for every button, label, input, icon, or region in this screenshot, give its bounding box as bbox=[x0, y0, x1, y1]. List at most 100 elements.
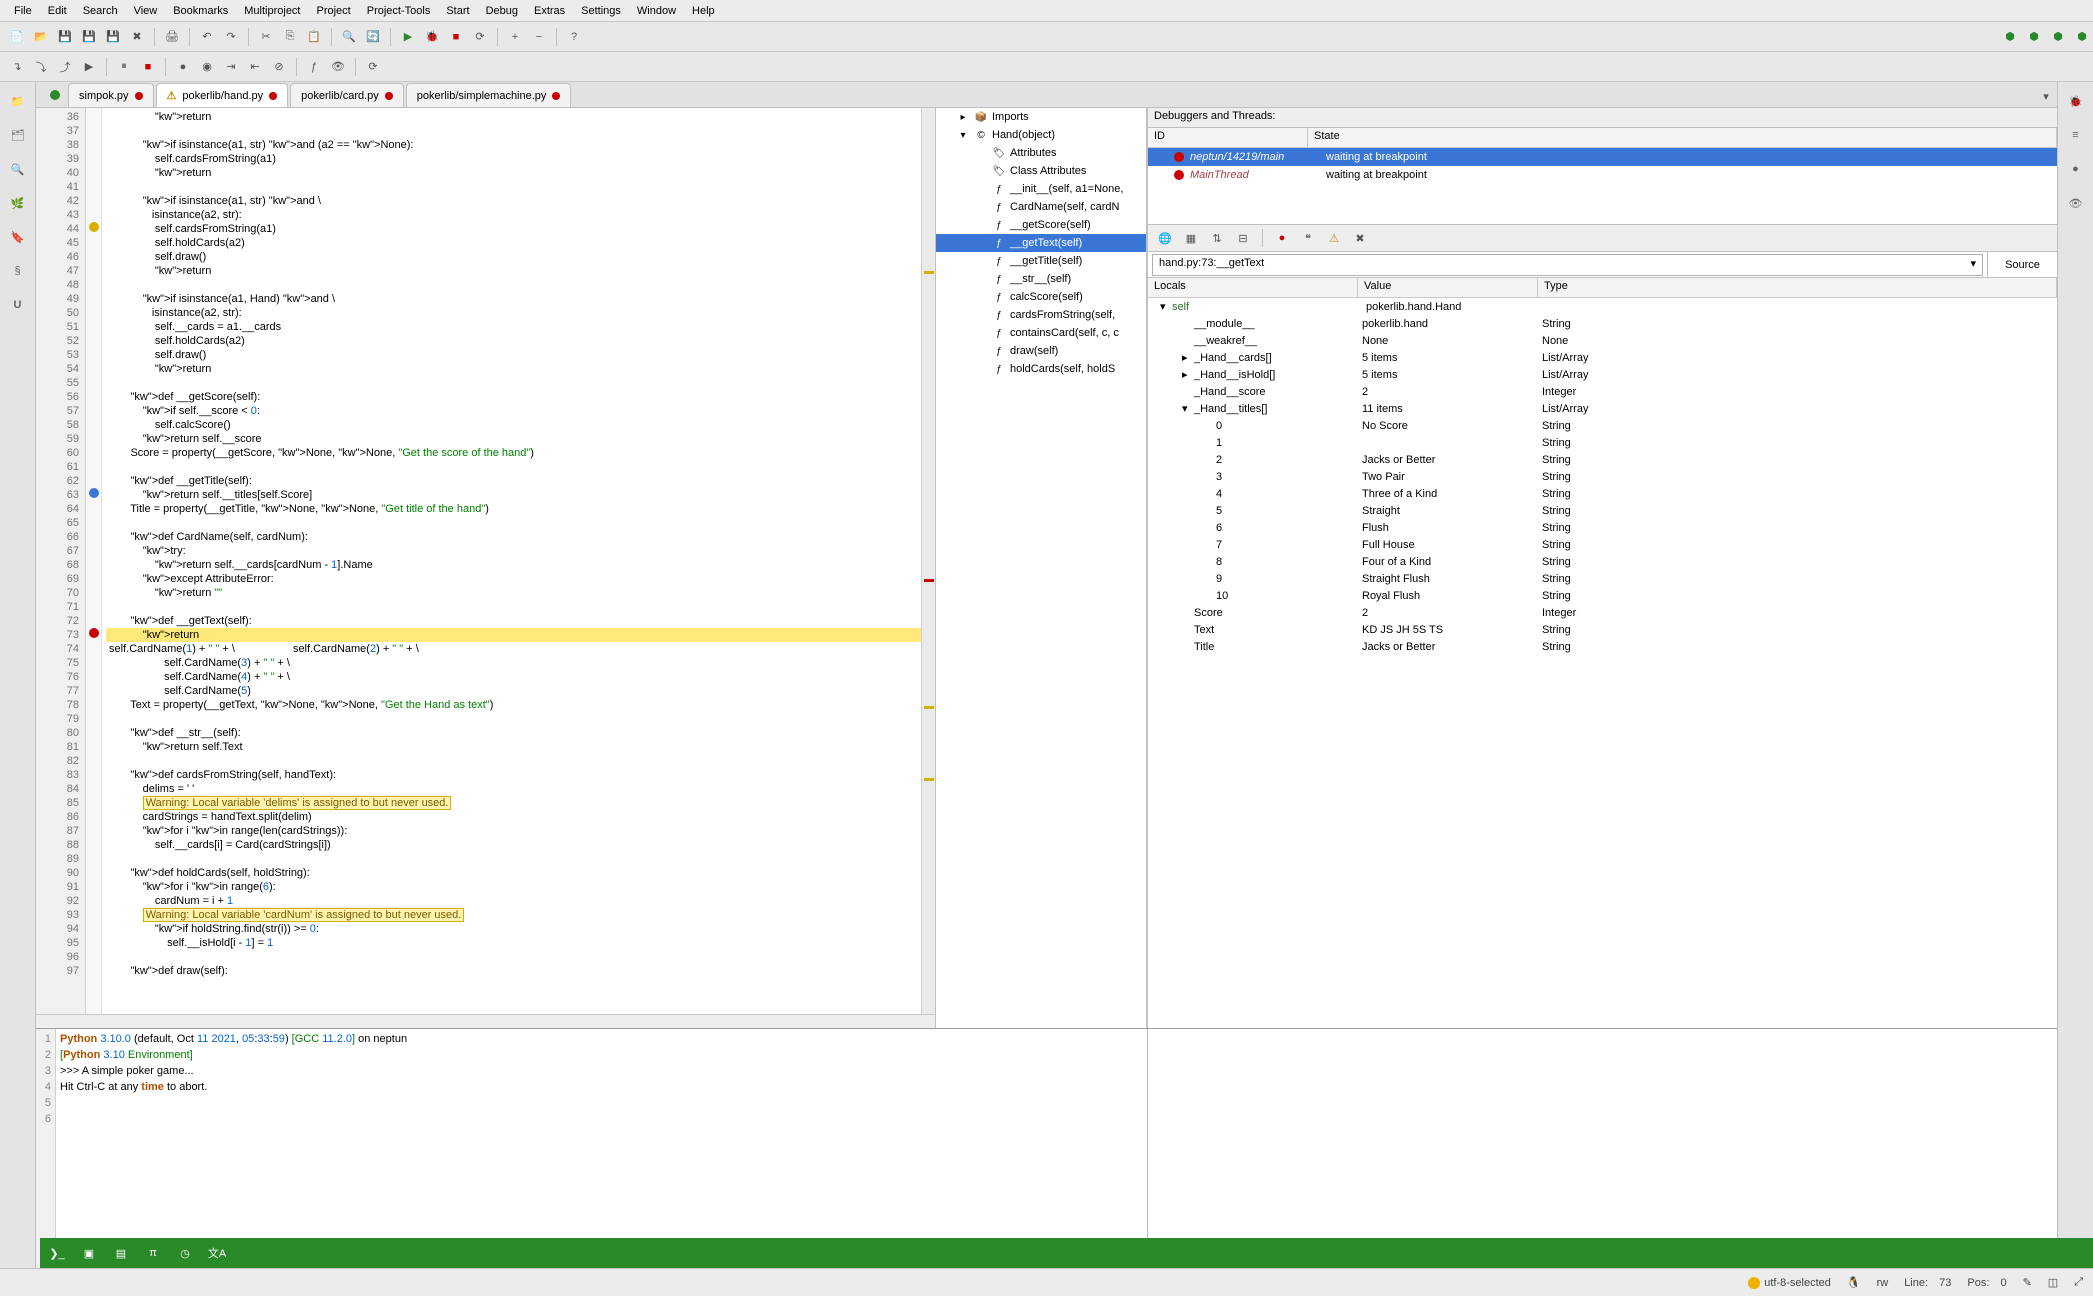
dbg-watch-icon[interactable]: 👁 bbox=[327, 56, 349, 78]
expand-icon[interactable]: ▾ bbox=[1160, 300, 1172, 313]
tab-pokerlib-simplemachine-py[interactable]: pokerlib/simplemachine.py bbox=[406, 83, 572, 107]
outline-item[interactable]: ƒ__str__(self) bbox=[936, 270, 1146, 288]
ext2-icon[interactable]: ⬢ bbox=[2023, 26, 2045, 48]
variable-row[interactable]: ▾selfpokerlib.hand.Hand bbox=[1148, 298, 2057, 315]
expand-icon[interactable] bbox=[974, 164, 988, 178]
var-collapse-icon[interactable]: ⊟ bbox=[1232, 227, 1254, 249]
marker-gutter[interactable] bbox=[86, 108, 102, 1014]
zoom-out-icon[interactable]: − bbox=[528, 26, 550, 48]
dbg-eval-icon[interactable]: ƒ bbox=[303, 56, 325, 78]
breakpoints-icon[interactable]: ● bbox=[2063, 156, 2089, 182]
var-stop-icon[interactable]: ● bbox=[1271, 227, 1293, 249]
variable-row[interactable]: _Hand__score2Integer bbox=[1148, 383, 2057, 400]
close-tab-icon[interactable] bbox=[135, 92, 143, 100]
var-warn-icon[interactable]: ⚠ bbox=[1323, 227, 1345, 249]
frame-combobox[interactable]: hand.py:73:__getText▾ bbox=[1152, 254, 1983, 276]
variable-row[interactable]: 9Straight FlushString bbox=[1148, 570, 2057, 587]
encoding-indicator[interactable]: utf-8-selected bbox=[1748, 1277, 1831, 1289]
variable-row[interactable]: 6FlushString bbox=[1148, 519, 2057, 536]
redo-icon[interactable]: ↷ bbox=[220, 26, 242, 48]
menu-file[interactable]: File bbox=[6, 3, 40, 19]
expand-icon[interactable]: ▾ bbox=[1182, 402, 1194, 415]
outline-item[interactable]: 🏷Class Attributes bbox=[936, 162, 1146, 180]
stop-icon[interactable]: ■ bbox=[445, 26, 467, 48]
dbg-refresh-icon[interactable]: ⟳ bbox=[362, 56, 384, 78]
zoom-in-icon[interactable]: + bbox=[504, 26, 526, 48]
variable-row[interactable]: __module__pokerlib.handString bbox=[1148, 315, 2057, 332]
variable-row[interactable]: 2Jacks or BetterString bbox=[1148, 451, 2057, 468]
menu-project-tools[interactable]: Project-Tools bbox=[359, 3, 439, 19]
outline-item[interactable]: ▸📦Imports bbox=[936, 108, 1146, 126]
tab-pokerlib-hand-py[interactable]: ⚠pokerlib/hand.py bbox=[156, 83, 289, 107]
warning-marker-icon[interactable] bbox=[89, 222, 99, 232]
outline-item[interactable]: ƒ__getText(self) bbox=[936, 234, 1146, 252]
bookmarks-icon[interactable]: 🔖 bbox=[5, 224, 31, 250]
ext4-icon[interactable]: ⬢ bbox=[2071, 26, 2093, 48]
menu-edit[interactable]: Edit bbox=[40, 3, 75, 19]
new-icon[interactable]: 📄 bbox=[6, 26, 28, 48]
variable-row[interactable]: 1String bbox=[1148, 434, 2057, 451]
clock-icon[interactable]: ◷ bbox=[174, 1242, 196, 1264]
undo-icon[interactable]: ↶ bbox=[196, 26, 218, 48]
menu-start[interactable]: Start bbox=[438, 3, 477, 19]
dbg-stepover-icon[interactable]: ⤵ bbox=[30, 56, 52, 78]
breakpoint-icon[interactable] bbox=[89, 488, 99, 498]
expand-icon[interactable] bbox=[974, 254, 988, 268]
expand-icon[interactable] bbox=[974, 200, 988, 214]
ext1-icon[interactable]: ⬢ bbox=[1999, 26, 2021, 48]
menu-help[interactable]: Help bbox=[684, 3, 723, 19]
close-tab-icon[interactable] bbox=[385, 92, 393, 100]
watch-view-icon[interactable]: 👁 bbox=[2063, 190, 2089, 216]
menu-settings[interactable]: Settings bbox=[573, 3, 629, 19]
menu-extras[interactable]: Extras bbox=[526, 3, 573, 19]
menu-view[interactable]: View bbox=[126, 3, 166, 19]
shell-output[interactable]: 123456 Python 3.10.0 (default, Oct 11 20… bbox=[36, 1029, 1147, 1268]
variable-row[interactable]: 5StraightString bbox=[1148, 502, 2057, 519]
variable-row[interactable]: 4Three of a KindString bbox=[1148, 485, 2057, 502]
outline-item[interactable]: ƒcalcScore(self) bbox=[936, 288, 1146, 306]
col-id[interactable]: ID bbox=[1148, 128, 1308, 147]
pi-icon[interactable]: π bbox=[142, 1242, 164, 1264]
variable-row[interactable]: 8Four of a KindString bbox=[1148, 553, 2057, 570]
dbg-stepout-icon[interactable]: ⤴ bbox=[54, 56, 76, 78]
dbg-step-icon[interactable]: ↴ bbox=[6, 56, 28, 78]
expand-icon[interactable]: ▾ bbox=[956, 128, 970, 142]
var-clear-icon[interactable]: ✖ bbox=[1349, 227, 1371, 249]
outline-tree[interactable]: ▸📦Imports▾©Hand(object)🏷Attributes🏷Class… bbox=[936, 108, 1147, 1028]
outline-item[interactable]: ƒ__init__(self, a1=None, bbox=[936, 180, 1146, 198]
var-sort-icon[interactable]: ⇅ bbox=[1206, 227, 1228, 249]
outline-item[interactable]: ƒdraw(self) bbox=[936, 342, 1146, 360]
variable-row[interactable]: 3Two PairString bbox=[1148, 468, 2057, 485]
outline-item[interactable]: ƒ__getTitle(self) bbox=[936, 252, 1146, 270]
editor-hscroll[interactable] bbox=[36, 1014, 935, 1028]
tab-pokerlib-card-py[interactable]: pokerlib/card.py bbox=[290, 83, 404, 107]
outline-item[interactable]: ▾©Hand(object) bbox=[936, 126, 1146, 144]
dbg-stop-icon[interactable]: ■ bbox=[137, 56, 159, 78]
replace-icon[interactable]: 🔄 bbox=[362, 26, 384, 48]
variables-tree[interactable]: ▾selfpokerlib.hand.Hand__module__pokerli… bbox=[1148, 298, 2057, 1028]
expand-icon[interactable] bbox=[974, 362, 988, 376]
col-type[interactable]: Type bbox=[1538, 278, 2057, 297]
restart-icon[interactable]: ⟳ bbox=[469, 26, 491, 48]
menu-project[interactable]: Project bbox=[309, 3, 359, 19]
source-button[interactable]: Source bbox=[1987, 252, 2057, 277]
log-icon[interactable]: ▤ bbox=[110, 1242, 132, 1264]
expand-icon[interactable] bbox=[974, 326, 988, 340]
variable-row[interactable]: TitleJacks or BetterString bbox=[1148, 638, 2057, 655]
tab-simpok-py[interactable]: simpok.py bbox=[68, 83, 154, 107]
shell-icon[interactable]: ▣ bbox=[78, 1242, 100, 1264]
menu-multiproject[interactable]: Multiproject bbox=[236, 3, 308, 19]
expand-icon[interactable]: ▸ bbox=[1182, 351, 1194, 364]
variable-row[interactable]: TextKD JS JH 5S TSString bbox=[1148, 621, 2057, 638]
callstack-icon[interactable]: ≡ bbox=[2063, 122, 2089, 148]
variable-row[interactable]: ▾_Hand__titles[]11 itemsList/Array bbox=[1148, 400, 2057, 417]
status-split-icon[interactable]: ◫ bbox=[2048, 1276, 2058, 1289]
close-tab-icon[interactable] bbox=[552, 92, 560, 100]
expand-icon[interactable] bbox=[974, 236, 988, 250]
close-icon[interactable]: ✖ bbox=[126, 26, 148, 48]
variable-row[interactable]: __weakref__NoneNone bbox=[1148, 332, 2057, 349]
save-as-icon[interactable]: 💾 bbox=[78, 26, 100, 48]
expand-icon[interactable] bbox=[974, 308, 988, 322]
search-panel-icon[interactable]: 🔍 bbox=[5, 156, 31, 182]
copy-icon[interactable]: ⎘ bbox=[279, 26, 301, 48]
